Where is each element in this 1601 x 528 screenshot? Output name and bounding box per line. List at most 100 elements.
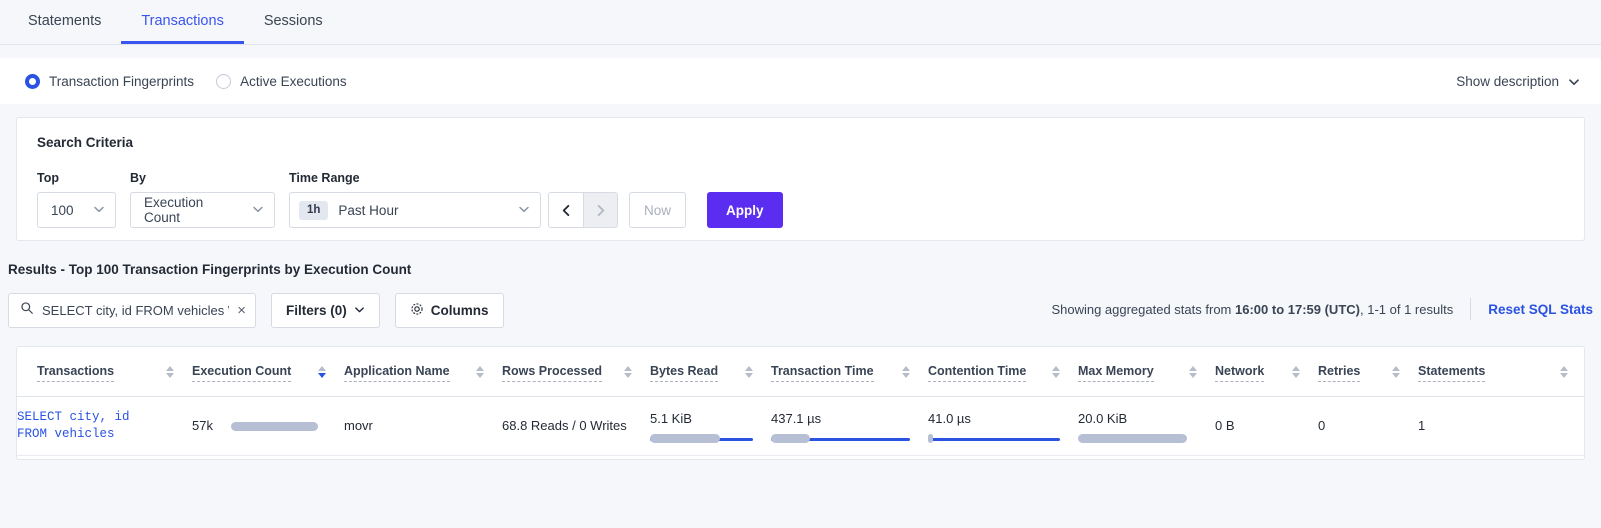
time-range-value: Past Hour xyxy=(338,203,398,218)
radio-selected-icon xyxy=(25,74,40,89)
contention-time-metric: 41.0 µs xyxy=(928,411,1078,441)
max-memory-value: 20.0 KiB xyxy=(1078,411,1197,427)
chevron-down-icon xyxy=(93,203,105,218)
chevron-left-icon xyxy=(560,204,573,217)
transaction-time-bar xyxy=(771,434,910,443)
column-label: Max Memory xyxy=(1078,364,1154,382)
filters-button-label: Filters (0) xyxy=(286,303,347,318)
show-description-toggle[interactable]: Show description xyxy=(1456,74,1579,89)
column-label: Application Name xyxy=(344,364,450,382)
column-header-application-name[interactable]: Application Name xyxy=(344,347,502,397)
time-range-select[interactable]: 1h Past Hour xyxy=(289,192,541,228)
tab-statements[interactable]: Statements xyxy=(8,0,121,44)
time-range-pill: 1h xyxy=(299,201,328,220)
cell-transaction-time: 437.1 µs xyxy=(771,397,928,456)
table-row[interactable]: SELECT city, id FROM vehicles 57k movr xyxy=(17,397,1585,456)
column-label: Execution Count xyxy=(192,364,291,382)
cell-contention-time: 41.0 µs xyxy=(928,397,1078,456)
cell-statements: 1 xyxy=(1418,397,1585,456)
time-range-label: Time Range xyxy=(289,171,783,185)
search-icon xyxy=(20,301,34,320)
search-input-value: SELECT city, id FROM vehicles WHE xyxy=(42,303,229,318)
top-label: Top xyxy=(37,171,116,185)
view-options-bar: Transaction Fingerprints Active Executio… xyxy=(0,58,1601,104)
sort-icon[interactable] xyxy=(1392,366,1400,378)
time-range-stepper xyxy=(548,192,618,228)
transaction-query-link[interactable]: SELECT city, id FROM vehicles xyxy=(17,409,192,443)
reset-sql-stats-link[interactable]: Reset SQL Stats xyxy=(1488,302,1593,317)
sort-icon[interactable] xyxy=(624,366,632,378)
search-criteria-panel: Search Criteria Top 100 By Execution Cou… xyxy=(16,117,1585,241)
column-header-statements[interactable]: Statements xyxy=(1418,347,1585,397)
max-memory-metric: 20.0 KiB xyxy=(1078,411,1215,441)
sort-icon[interactable] xyxy=(1292,366,1300,378)
columns-button[interactable]: Columns xyxy=(395,293,504,328)
column-label: Bytes Read xyxy=(650,364,718,382)
sort-icon[interactable] xyxy=(318,366,326,378)
column-header-contention-time[interactable]: Contention Time xyxy=(928,347,1078,397)
cell-rows-processed: 68.8 Reads / 0 Writes xyxy=(502,397,650,456)
transaction-time-value: 437.1 µs xyxy=(771,411,910,427)
results-table: Transactions Execution Count Application… xyxy=(16,346,1585,460)
column-label: Contention Time xyxy=(928,364,1026,382)
query-line-1: SELECT city, id xyxy=(17,410,130,424)
contention-time-value: 41.0 µs xyxy=(928,411,1060,427)
results-summary: Showing aggregated stats from 16:00 to 1… xyxy=(1051,298,1593,320)
sort-icon[interactable] xyxy=(1560,366,1568,378)
sort-icon[interactable] xyxy=(1052,366,1060,378)
top-select-value: 100 xyxy=(51,203,74,218)
search-input[interactable]: SELECT city, id FROM vehicles WHE × xyxy=(8,293,256,328)
chevron-down-icon xyxy=(252,203,264,218)
cell-network: 0 B xyxy=(1215,397,1318,456)
column-label: Network xyxy=(1215,364,1264,382)
tab-transactions[interactable]: Transactions xyxy=(121,0,243,44)
retries-value: 0 xyxy=(1318,418,1418,434)
columns-button-label: Columns xyxy=(431,303,489,318)
results-title: Results - Top 100 Transaction Fingerprin… xyxy=(8,262,1601,277)
column-header-transactions[interactable]: Transactions xyxy=(17,347,192,397)
network-value: 0 B xyxy=(1215,418,1318,434)
next-time-range-button[interactable] xyxy=(583,193,617,227)
bytes-read-bar xyxy=(650,434,753,443)
column-label: Rows Processed xyxy=(502,364,602,382)
search-criteria-title: Search Criteria xyxy=(37,135,1564,150)
showing-suffix: , 1-1 of 1 results xyxy=(1360,302,1453,317)
gear-icon xyxy=(410,302,424,319)
now-button[interactable]: Now xyxy=(629,192,686,228)
column-header-execution-count[interactable]: Execution Count xyxy=(192,347,344,397)
view-radio-group: Transaction Fingerprints Active Executio… xyxy=(25,74,347,89)
apply-button[interactable]: Apply xyxy=(707,192,783,228)
radio-transaction-fingerprints[interactable]: Transaction Fingerprints xyxy=(25,74,194,89)
cell-bytes-read: 5.1 KiB xyxy=(650,397,771,456)
column-label: Retries xyxy=(1318,364,1360,382)
cell-transaction-query: SELECT city, id FROM vehicles xyxy=(17,397,192,456)
by-select[interactable]: Execution Count xyxy=(130,192,275,228)
time-range-field: Time Range 1h Past Hour xyxy=(289,171,783,228)
sort-icon[interactable] xyxy=(902,366,910,378)
filters-button[interactable]: Filters (0) xyxy=(271,293,380,328)
bytes-read-metric: 5.1 KiB xyxy=(650,411,771,441)
execution-count-bar xyxy=(231,422,326,431)
chevron-down-icon xyxy=(354,303,365,318)
column-header-retries[interactable]: Retries xyxy=(1318,347,1418,397)
column-header-transaction-time[interactable]: Transaction Time xyxy=(771,347,928,397)
radio-active-executions[interactable]: Active Executions xyxy=(216,74,347,89)
sort-icon[interactable] xyxy=(745,366,753,378)
radio-unselected-icon xyxy=(216,74,231,89)
clear-search-icon[interactable]: × xyxy=(237,304,246,318)
execution-count-value: 57k xyxy=(192,418,213,434)
previous-time-range-button[interactable] xyxy=(549,193,583,227)
sort-icon[interactable] xyxy=(1189,366,1197,378)
sort-icon[interactable] xyxy=(166,366,174,378)
top-select[interactable]: 100 xyxy=(37,192,116,228)
column-header-network[interactable]: Network xyxy=(1215,347,1318,397)
column-label: Transactions xyxy=(37,364,114,382)
tab-sessions[interactable]: Sessions xyxy=(244,0,343,44)
column-header-rows-processed[interactable]: Rows Processed xyxy=(502,347,650,397)
by-select-value: Execution Count xyxy=(144,195,238,225)
column-header-bytes-read[interactable]: Bytes Read xyxy=(650,347,771,397)
sort-icon[interactable] xyxy=(476,366,484,378)
transactions-table: Transactions Execution Count Application… xyxy=(17,347,1585,456)
column-header-max-memory[interactable]: Max Memory xyxy=(1078,347,1215,397)
query-line-2: FROM vehicles xyxy=(17,427,115,441)
